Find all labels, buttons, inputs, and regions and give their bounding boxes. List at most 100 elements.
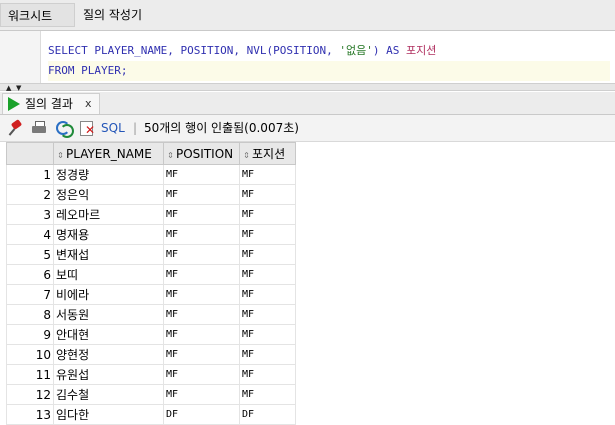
tab-worksheet[interactable]: 워크시트 [0,3,75,27]
table-row[interactable]: 7 비에라 MF MF [6,284,296,305]
column-header-player-name[interactable]: ⇕ PLAYER_NAME [53,142,164,165]
grid-body: 1 정경량 MF MF 2 정은익 MF MF 3 레오마르 MF MF 4 명재용 MF MF 5 변재섭 MF M… [6,164,296,425]
row-number-header [6,142,54,165]
collapse-up-icon[interactable]: ▲ [6,85,11,92]
cell-alias[interactable]: MF [239,344,296,365]
sql-alias-keyword: ) AS [372,44,407,57]
table-row[interactable]: 8 서동원 MF MF [6,304,296,325]
table-row[interactable]: 5 변재섭 MF MF [6,244,296,265]
row-number: 12 [6,384,54,405]
row-number: 11 [6,364,54,385]
row-number: 1 [6,164,54,185]
cell-position[interactable]: MF [163,324,240,345]
cell-player-name[interactable]: 유원섭 [53,364,164,385]
cell-player-name[interactable]: 보띠 [53,264,164,285]
table-row[interactable]: 6 보띠 MF MF [6,264,296,285]
cell-player-name[interactable]: 안대현 [53,324,164,345]
cell-alias[interactable]: MF [239,264,296,285]
cell-player-name[interactable]: 비에라 [53,284,164,305]
cell-position[interactable]: MF [163,344,240,365]
cell-position[interactable]: MF [163,284,240,305]
result-toolbar: ✕ SQL | 50개의 행이 인출됨(0.007초) [0,115,615,142]
sort-icon[interactable]: ⇕ [242,151,251,160]
cell-position[interactable]: MF [163,244,240,265]
run-icon [8,97,20,111]
sql-string-literal: '없음' [339,44,373,57]
cell-alias[interactable]: MF [239,304,296,325]
cell-player-name[interactable]: 정은익 [53,184,164,205]
cancel-icon[interactable]: ✕ [79,120,95,136]
column-header-label: PLAYER_NAME [66,146,152,161]
cell-alias[interactable]: MF [239,224,296,245]
sql-alias-name: 포지션 [406,44,437,57]
cell-position[interactable]: MF [163,184,240,205]
column-header-label: 포지션 [252,147,286,161]
cell-alias[interactable]: DF [239,404,296,425]
cell-player-name[interactable]: 레오마르 [53,204,164,225]
result-grid: ⇕ PLAYER_NAME ⇕ POSITION ⇕ 포지션 1 정경량 MF MF 2 정은익… [6,142,296,425]
row-number: 4 [6,224,54,245]
table-row[interactable]: 12 김수철 MF MF [6,384,296,405]
column-header-position[interactable]: ⇕ POSITION [163,142,240,165]
tab-query-builder[interactable]: 질의 작성기 [83,3,142,27]
cell-position[interactable]: MF [163,304,240,325]
cell-player-name[interactable]: 정경량 [53,164,164,185]
table-row[interactable]: 2 정은익 MF MF [6,184,296,205]
cell-player-name[interactable]: 명재용 [53,224,164,245]
sql-button[interactable]: SQL [101,115,125,141]
sort-icon[interactable]: ⇕ [56,151,65,160]
table-row[interactable]: 13 임다한 DF DF [6,404,296,425]
cell-position[interactable]: MF [163,224,240,245]
cell-alias[interactable]: MF [239,324,296,345]
close-tab-icon[interactable]: x [85,94,92,114]
sort-icon[interactable]: ⇕ [166,151,175,160]
cell-alias[interactable]: MF [239,364,296,385]
printer-icon[interactable] [31,120,47,136]
collapse-down-icon[interactable]: ▼ [16,85,21,92]
table-row[interactable]: 4 명재용 MF MF [6,224,296,245]
cell-position[interactable]: MF [163,164,240,185]
sql-line-2[interactable]: FROM PLAYER; [48,61,610,81]
panel-splitter[interactable]: ▲ ▼ [0,83,615,92]
column-header-alias[interactable]: ⇕ 포지션 [239,142,296,165]
tab-query-result[interactable]: 질의 결과 x [2,93,100,114]
row-number: 13 [6,404,54,425]
table-row[interactable]: 11 유원섭 MF MF [6,364,296,385]
row-number: 9 [6,324,54,345]
cell-player-name[interactable]: 양현정 [53,344,164,365]
table-row[interactable]: 1 정경량 MF MF [6,164,296,185]
table-row[interactable]: 9 안대현 MF MF [6,324,296,345]
cell-position[interactable]: MF [163,264,240,285]
cell-position[interactable]: DF [163,404,240,425]
cell-player-name[interactable]: 김수철 [53,384,164,405]
cell-alias[interactable]: MF [239,204,296,225]
row-number: 3 [6,204,54,225]
sql-editor[interactable]: SELECT PLAYER_NAME, POSITION, NVL(POSITI… [0,31,615,83]
refresh-icon[interactable] [55,120,74,138]
cell-player-name[interactable]: 변재섭 [53,244,164,265]
cell-alias[interactable]: MF [239,164,296,185]
row-number: 6 [6,264,54,285]
sql-line-1[interactable]: SELECT PLAYER_NAME, POSITION, NVL(POSITI… [48,41,436,61]
cell-alias[interactable]: MF [239,384,296,405]
row-number: 2 [6,184,54,205]
table-row[interactable]: 3 레오마르 MF MF [6,204,296,225]
grid-header-row: ⇕ PLAYER_NAME ⇕ POSITION ⇕ 포지션 [6,142,296,165]
row-number: 10 [6,344,54,365]
table-row[interactable]: 10 양현정 MF MF [6,344,296,365]
row-number: 7 [6,284,54,305]
column-header-label: POSITION [176,146,234,161]
pin-icon[interactable] [8,119,24,136]
toolbar-separator: | [133,121,138,135]
cell-alias[interactable]: MF [239,284,296,305]
cell-player-name[interactable]: 임다한 [53,404,164,425]
cell-alias[interactable]: MF [239,184,296,205]
cell-position[interactable]: MF [163,364,240,385]
cell-position[interactable]: MF [163,204,240,225]
editor-gutter [0,31,41,83]
row-number: 5 [6,244,54,265]
cell-player-name[interactable]: 서동원 [53,304,164,325]
row-number: 8 [6,304,54,325]
cell-position[interactable]: MF [163,384,240,405]
cell-alias[interactable]: MF [239,244,296,265]
